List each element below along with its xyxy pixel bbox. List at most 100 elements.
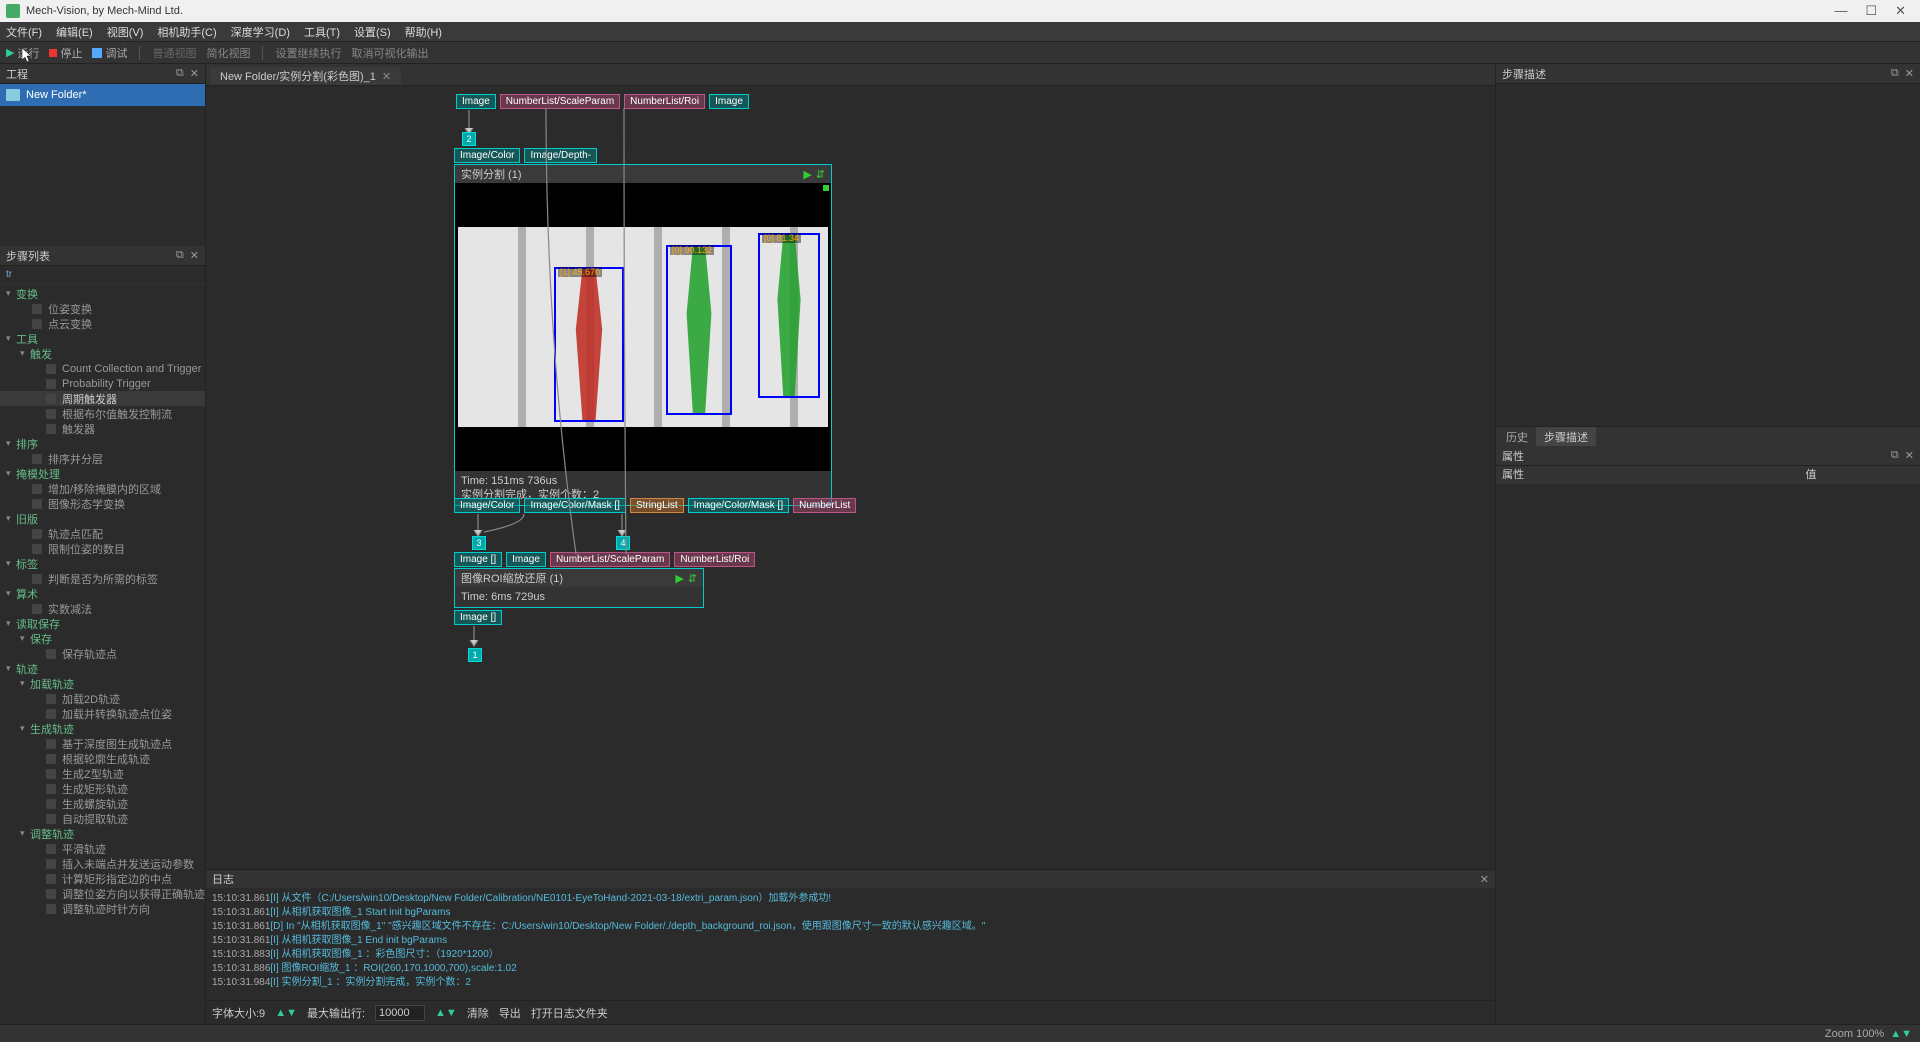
tree-node[interactable]: 保存轨迹点: [0, 646, 205, 661]
cancel-vis-button[interactable]: 取消可视化输出: [351, 45, 428, 61]
node-roi-restore[interactable]: 图像ROI缩放还原 (1) ▶ ⇵ Time: 6ms 729us: [454, 568, 704, 608]
menu-help[interactable]: 帮助(H): [405, 24, 442, 40]
maximize-button[interactable]: ☐: [1865, 3, 1877, 19]
close-button[interactable]: ✕: [1895, 3, 1906, 19]
tree-node[interactable]: 增加/移除掩膜内的区域: [0, 481, 205, 496]
log-body[interactable]: 15:10:31.861[I] 从文件（C:/Users/win10/Deskt…: [206, 888, 1495, 1000]
menu-deeplearn[interactable]: 深度学习(D): [231, 24, 290, 40]
tree-node[interactable]: ▾读取保存: [0, 616, 205, 631]
tree-node[interactable]: 生成Z型轨迹: [0, 766, 205, 781]
tree-node[interactable]: ▾生成轨迹: [0, 721, 205, 736]
tree-node[interactable]: ▾轨迹: [0, 661, 205, 676]
run-button[interactable]: ▶运行: [6, 45, 39, 61]
menu-camera[interactable]: 相机助手(C): [157, 24, 216, 40]
panel-close-icon[interactable]: ✕: [1905, 67, 1914, 80]
tree-node[interactable]: ▾变换: [0, 286, 205, 301]
port-out-mask2[interactable]: Image/Color/Mask []: [688, 498, 789, 513]
port-out-color[interactable]: Image/Color: [454, 498, 520, 513]
step-filter-input[interactable]: tr: [0, 266, 205, 284]
tree-node[interactable]: ▾算术: [0, 586, 205, 601]
normal-view-button[interactable]: 普通视图: [152, 45, 196, 61]
port-image-color[interactable]: Image/Color: [454, 148, 520, 163]
tab-close-icon[interactable]: ✕: [382, 70, 391, 83]
tab-history[interactable]: 历史: [1498, 427, 1536, 447]
tree-node[interactable]: 位姿变换: [0, 301, 205, 316]
tree-node[interactable]: 限制位姿的数目: [0, 541, 205, 556]
port-out-mask1[interactable]: Image/Color/Mask []: [524, 498, 625, 513]
tree-node[interactable]: 平滑轨迹: [0, 841, 205, 856]
menu-file[interactable]: 文件(F): [6, 24, 42, 40]
tree-node[interactable]: ▾旧版: [0, 511, 205, 526]
port-out-imagearr[interactable]: Image []: [454, 610, 502, 625]
port-image-depth[interactable]: Image/Depth-: [524, 148, 597, 163]
tree-node[interactable]: 判断是否为所需的标签: [0, 571, 205, 586]
tree-node[interactable]: 点云变换: [0, 316, 205, 331]
tree-node[interactable]: Probability Trigger: [0, 376, 205, 391]
tree-node[interactable]: 触发器: [0, 421, 205, 436]
tree-node[interactable]: ▾加载轨迹: [0, 676, 205, 691]
port-in-scale[interactable]: NumberList/ScaleParam: [550, 552, 670, 567]
port-in-image[interactable]: Image: [506, 552, 546, 567]
canvas-area[interactable]: Image NumberList/ScaleParam NumberList/R…: [206, 86, 1495, 869]
port-in-roi[interactable]: NumberList/Roi: [674, 552, 755, 567]
num-node-3[interactable]: 3: [472, 536, 486, 550]
tree-node[interactable]: ▾触发: [0, 346, 205, 361]
minimize-button[interactable]: —: [1834, 3, 1847, 19]
menu-tools[interactable]: 工具(T): [304, 24, 340, 40]
panel-close-icon[interactable]: ✕: [190, 67, 199, 80]
node-play-icon[interactable]: ▶: [803, 168, 811, 181]
tree-node[interactable]: 自动提取轨迹: [0, 811, 205, 826]
tree-node[interactable]: 加载并转换轨迹点位姿: [0, 706, 205, 721]
port-image[interactable]: Image: [456, 94, 496, 109]
tree-node[interactable]: 插入未端点并发送运动参数: [0, 856, 205, 871]
log-close-icon[interactable]: ✕: [1480, 873, 1489, 886]
tree-node[interactable]: 实数减法: [0, 601, 205, 616]
canvas-tab[interactable]: New Folder/实例分割(彩色图)_1 ✕: [210, 67, 401, 85]
tree-node[interactable]: 加载2D轨迹: [0, 691, 205, 706]
log-clear-button[interactable]: 清除: [467, 1005, 489, 1021]
tree-node[interactable]: ▾标签: [0, 556, 205, 571]
tree-node[interactable]: 生成螺旋轨迹: [0, 796, 205, 811]
tree-node[interactable]: 图像形态学变换: [0, 496, 205, 511]
num-node-4[interactable]: 4: [616, 536, 630, 550]
stop-button[interactable]: 停止: [49, 45, 82, 61]
port-out-stringlist[interactable]: StringList: [630, 498, 684, 513]
menu-edit[interactable]: 编辑(E): [56, 24, 93, 40]
port-image-2[interactable]: Image: [709, 94, 749, 109]
tree-node[interactable]: ▾排序: [0, 436, 205, 451]
log-export-button[interactable]: 导出: [499, 1005, 521, 1021]
tree-node[interactable]: ▾保存: [0, 631, 205, 646]
tree-node[interactable]: 轨迹点匹配: [0, 526, 205, 541]
spinner-icon[interactable]: ▲▼: [435, 1007, 457, 1019]
tree-node[interactable]: 根据轮廓生成轨迹: [0, 751, 205, 766]
tree-node[interactable]: 基于深度图生成轨迹点: [0, 736, 205, 751]
spinner-icon[interactable]: ▲▼: [1890, 1028, 1912, 1040]
node-play-icon[interactable]: ▶: [675, 572, 683, 585]
tree-node[interactable]: 根据布尔值触发控制流: [0, 406, 205, 421]
project-item[interactable]: New Folder*: [0, 84, 205, 106]
panel-detach-icon[interactable]: ⧉: [1891, 449, 1899, 462]
tree-node[interactable]: 调整位姿方向以获得正确轨迹: [0, 886, 205, 901]
log-maxout-input[interactable]: [375, 1005, 425, 1021]
tree-node[interactable]: Count Collection and Trigger: [0, 361, 205, 376]
continue-exec-button[interactable]: 设置继续执行: [275, 45, 341, 61]
panel-detach-icon[interactable]: ⧉: [1891, 67, 1899, 80]
log-openfolder-button[interactable]: 打开日志文件夹: [531, 1005, 608, 1021]
port-scaleparam[interactable]: NumberList/ScaleParam: [500, 94, 620, 109]
num-node-2[interactable]: 2: [462, 132, 476, 146]
node-instance-seg[interactable]: 实例分割 (1) ▶ ⇵ [1] 45.670: [454, 164, 832, 506]
tree-node[interactable]: ▾工具: [0, 331, 205, 346]
port-in-imagearr[interactable]: Image []: [454, 552, 502, 567]
panel-detach-icon[interactable]: ⧉: [176, 249, 184, 262]
tree-node[interactable]: 计算矩形指定边的中点: [0, 871, 205, 886]
port-out-numlist[interactable]: NumberList: [793, 498, 856, 513]
node-expand-icon[interactable]: ⇵: [816, 168, 825, 181]
menu-settings[interactable]: 设置(S): [354, 24, 391, 40]
node-expand-icon[interactable]: ⇵: [688, 572, 697, 585]
step-tree[interactable]: ▾变换位姿变换点云变换▾工具▾触发Count Collection and Tr…: [0, 284, 205, 1024]
tree-node[interactable]: 排序并分层: [0, 451, 205, 466]
tree-node[interactable]: ▾掩模处理: [0, 466, 205, 481]
spinner-icon[interactable]: ▲▼: [275, 1007, 297, 1019]
tree-node[interactable]: 调整轨迹时针方向: [0, 901, 205, 916]
debug-toggle[interactable]: 调试: [92, 45, 127, 61]
